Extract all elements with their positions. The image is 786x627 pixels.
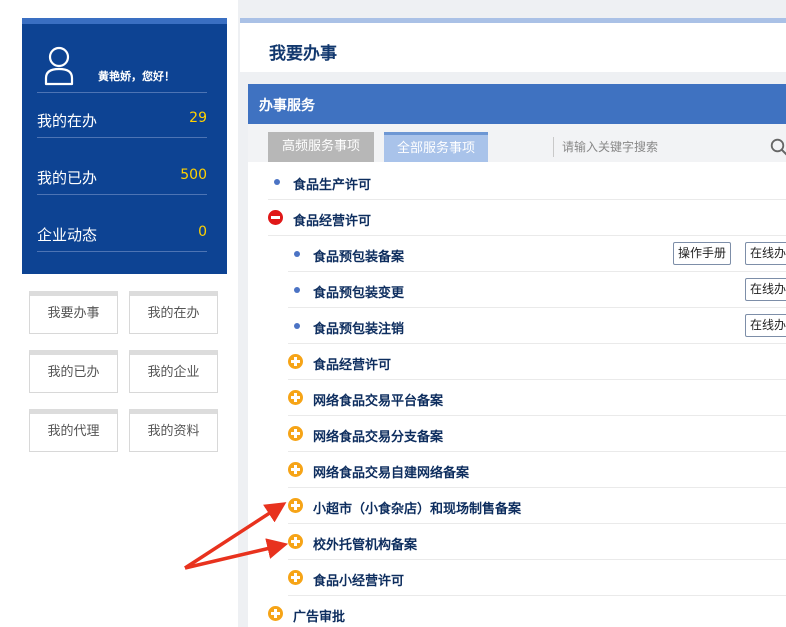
user-panel: 黄艳娇，您好！ 我的在办 29 我的已办 500 企业动态 0 (22, 18, 227, 274)
tree-item-label: 网络食品交易分支备案 (313, 430, 444, 445)
collapse-minus-icon[interactable] (268, 210, 283, 225)
stat-label: 我的已办 (37, 169, 98, 187)
expand-plus-icon[interactable] (288, 390, 303, 405)
expand-plus-icon[interactable] (288, 354, 303, 369)
tree-item-small-food-business-license[interactable]: 食品小经营许可 (288, 560, 786, 596)
manual-button[interactable]: 操作手册 (673, 242, 732, 265)
search-input[interactable] (562, 137, 752, 157)
nav-button-my-company[interactable]: 我的企业 (129, 350, 218, 393)
tree-item-label: 网络食品交易平台备案 (313, 394, 444, 409)
nav-button-my-profile[interactable]: 我的资料 (129, 409, 218, 452)
stat-in-progress[interactable]: 我的在办 29 (37, 92, 207, 149)
tree-item-afterschool-care-filing[interactable]: 校外托管机构备案 (288, 524, 786, 560)
stat-value: 29 (189, 110, 207, 126)
tab-all-services[interactable]: 全部服务事项 (384, 132, 488, 162)
tree-item-label: 食品预包装注销 (313, 322, 405, 337)
expand-plus-icon[interactable] (288, 426, 303, 441)
tree-item-advertising-approval[interactable]: 广告审批 (268, 596, 786, 627)
page-title: 我要办事 (269, 44, 337, 64)
search-icon[interactable] (770, 138, 786, 156)
search-divider (553, 137, 554, 157)
bullet-dot-icon (294, 287, 300, 293)
tree-item-label: 网络食品交易自建网络备案 (313, 466, 470, 481)
online-apply-button[interactable]: 在线办理 (745, 314, 786, 337)
expand-plus-icon[interactable] (288, 534, 303, 549)
tab-strip: 高频服务事项 全部服务事项 (248, 124, 786, 162)
tree-item-online-branch-filing[interactable]: 网络食品交易分支备案 (288, 416, 786, 452)
tree-item-prepackaged-change[interactable]: 食品预包装变更 在线办理 (288, 272, 786, 308)
tree-item-prepackaged-filing[interactable]: 食品预包装备案 操作手册 在线办理 (288, 236, 786, 272)
service-panel: 办事服务 高频服务事项 全部服务事项 食品生产许可 食品经营许可 食品预包装备案… (248, 84, 786, 627)
tree-item-food-production-license[interactable]: 食品生产许可 (268, 164, 786, 200)
tree-item-label: 食品预包装变更 (313, 286, 405, 301)
tree-item-label: 广告审批 (293, 610, 346, 625)
tree-item-self-built-network-filing[interactable]: 网络食品交易自建网络备案 (288, 452, 786, 488)
tab-frequent-services[interactable]: 高频服务事项 (268, 132, 374, 162)
title-bar: 我要办事 (240, 18, 786, 72)
stat-divider (37, 194, 207, 195)
bullet-dot-icon (294, 251, 300, 257)
online-apply-button[interactable]: 在线办理 (745, 242, 786, 265)
online-apply-button[interactable]: 在线办理 (745, 278, 786, 301)
tree-item-prepackaged-cancel[interactable]: 食品预包装注销 在线办理 (288, 308, 786, 344)
tree-item-online-platform-filing[interactable]: 网络食品交易平台备案 (288, 380, 786, 416)
nav-button-completed[interactable]: 我的已办 (29, 350, 118, 393)
bullet-dot-icon (274, 179, 280, 185)
tree-item-label: 食品生产许可 (293, 178, 372, 193)
expand-plus-icon[interactable] (288, 570, 303, 585)
stat-divider (37, 251, 207, 252)
stat-value: 0 (198, 224, 207, 240)
nav-button-my-agent[interactable]: 我的代理 (29, 409, 118, 452)
stat-company-news[interactable]: 企业动态 0 (37, 206, 207, 263)
tree-item-food-business-license[interactable]: 食品经营许可 (268, 200, 786, 236)
nav-button-handle-affairs[interactable]: 我要办事 (29, 291, 118, 334)
expand-plus-icon[interactable] (268, 606, 283, 621)
tree-item-label: 食品小经营许可 (313, 574, 405, 589)
expand-plus-icon[interactable] (288, 462, 303, 477)
stat-divider (37, 137, 207, 138)
stat-completed[interactable]: 我的已办 500 (37, 149, 207, 206)
stat-value: 500 (180, 167, 207, 183)
user-greeting: 黄艳娇，您好！ (98, 70, 175, 83)
left-sidebar: 黄艳娇，您好！ 我的在办 29 我的已办 500 企业动态 0 我要办事 我的在… (0, 0, 238, 627)
stat-label: 我的在办 (37, 112, 98, 130)
tree-item-label: 校外托管机构备案 (313, 538, 418, 553)
avatar-icon[interactable] (44, 46, 74, 86)
tree-item-label: 食品经营许可 (293, 214, 372, 229)
expand-plus-icon[interactable] (288, 498, 303, 513)
tree-item-label: 食品预包装备案 (313, 250, 405, 265)
tree-item-label: 食品经营许可 (313, 358, 392, 373)
bullet-dot-icon (294, 323, 300, 329)
panel-header: 办事服务 (248, 84, 786, 124)
panel-title: 办事服务 (259, 98, 315, 114)
tree-item-food-business-license-sub[interactable]: 食品经营许可 (288, 344, 786, 380)
tree-item-small-supermarket-filing[interactable]: 小超市（小食杂店）和现场制售备案 (288, 488, 786, 524)
nav-button-in-progress[interactable]: 我的在办 (129, 291, 218, 334)
tree-item-label: 小超市（小食杂店）和现场制售备案 (313, 502, 522, 517)
stat-label: 企业动态 (37, 226, 98, 244)
